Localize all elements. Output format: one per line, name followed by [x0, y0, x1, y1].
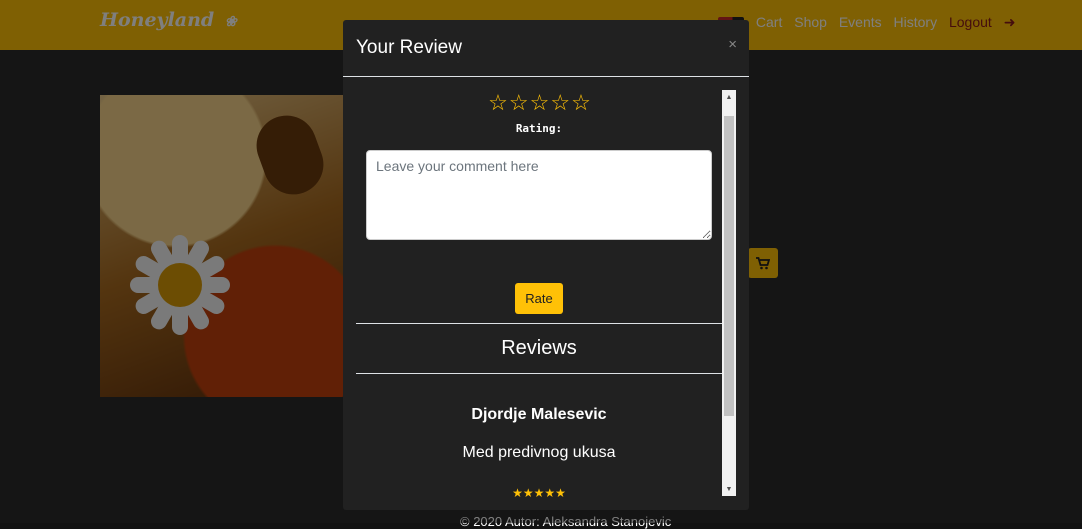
reviews-heading: Reviews — [501, 337, 577, 359]
modal-title: Your Review — [356, 37, 462, 58]
rating-stars: ☆☆☆☆☆ — [356, 90, 722, 116]
star-filled-icon: ★ — [512, 486, 523, 497]
review-modal: Your Review × ☆☆☆☆☆ Rating: Rate Reviews… — [343, 20, 749, 510]
star-outline-icon[interactable]: ☆ — [530, 90, 550, 116]
star-filled-icon: ★ — [533, 486, 545, 497]
divider — [356, 373, 722, 374]
rate-button[interactable]: Rate — [515, 283, 563, 314]
star-filled-icon: ★ — [544, 486, 556, 497]
star-filled-icon: ★ — [555, 486, 566, 497]
close-button[interactable]: × — [728, 37, 737, 52]
review-comment: Med predivnog ukusa — [462, 444, 616, 461]
comment-input[interactable] — [366, 150, 712, 240]
star-outline-icon[interactable]: ☆ — [571, 90, 591, 116]
star-outline-icon[interactable]: ☆ — [550, 90, 570, 116]
modal-scrollbar[interactable]: ▲ ▼ — [722, 90, 736, 496]
modal-header: Your Review × — [343, 20, 749, 77]
rating-label: Rating: — [515, 122, 563, 135]
modal-body: ☆☆☆☆☆ Rating: Rate Reviews Djordje Males… — [356, 90, 724, 497]
star-outline-icon[interactable]: ☆ — [488, 90, 508, 116]
star-filled-icon: ★ — [522, 486, 534, 497]
review-stars: ★★★★★ — [356, 486, 722, 497]
review-author: Djordje Malesevic — [471, 406, 607, 423]
scroll-down-arrow-icon[interactable]: ▼ — [722, 482, 736, 496]
star-outline-icon[interactable]: ☆ — [509, 90, 529, 116]
scroll-thumb[interactable] — [724, 116, 734, 416]
scroll-up-arrow-icon[interactable]: ▲ — [722, 90, 736, 104]
close-icon: × — [728, 36, 737, 53]
divider — [356, 323, 722, 324]
